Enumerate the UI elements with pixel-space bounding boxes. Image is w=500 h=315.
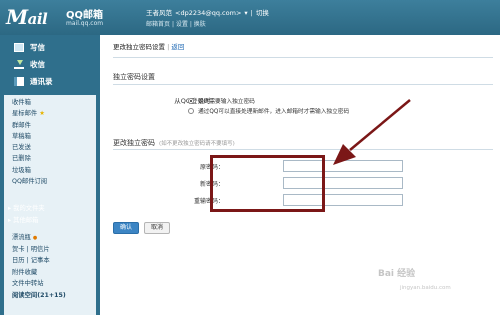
baidu-jingyan-watermark: Bai 经验: [378, 269, 416, 279]
annotation-arrow-icon: [333, 99, 411, 165]
watermark-url: jingyan.baidu.com: [400, 285, 451, 291]
